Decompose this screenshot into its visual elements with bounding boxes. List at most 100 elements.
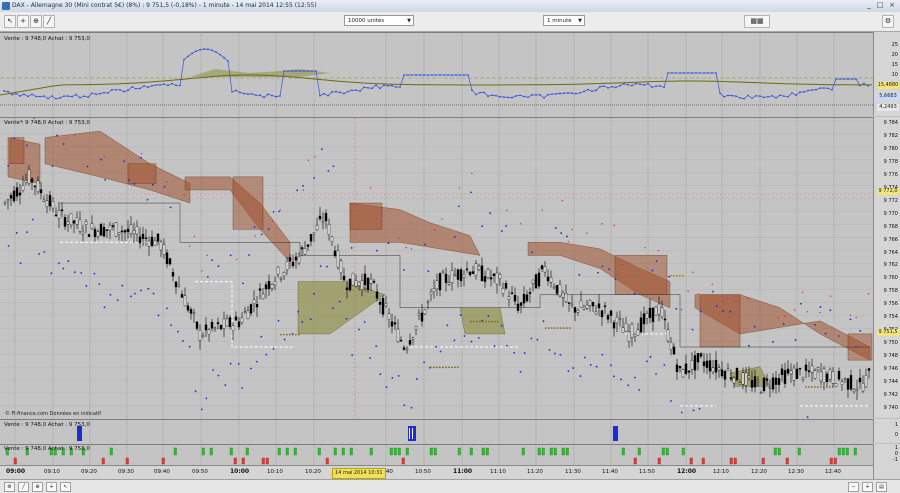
crosshair-icon[interactable]: + (46, 482, 57, 492)
candle-body (111, 225, 115, 228)
crosshair-icon[interactable]: + (17, 15, 29, 28)
candle-body (375, 291, 379, 299)
volume-panel[interactable]: Vente : 9 748,0 Achat : 9 753,0 (0, 419, 874, 444)
candle-body (708, 360, 712, 372)
candle-body (72, 220, 76, 224)
indicator-dot (151, 183, 154, 186)
period-select[interactable]: 1 minute ▼ (543, 15, 585, 26)
candle-body (150, 236, 154, 246)
candle-body (396, 328, 400, 342)
zoom-icon[interactable]: ⊕ (30, 15, 42, 28)
candle-body (759, 392, 763, 394)
histogram-bar (761, 457, 765, 465)
indicator-dot (513, 351, 516, 354)
indicator-dot (43, 250, 46, 253)
indicator-dot (715, 305, 718, 307)
time-axis-label: 11:20 (527, 469, 543, 475)
price-axis-tick: 9 760 (883, 275, 898, 282)
candle-body (258, 288, 262, 291)
volume-axis[interactable]: 10 (873, 419, 900, 443)
indicator-dot (249, 367, 252, 370)
indicator-dot (50, 272, 53, 275)
zoom-icon[interactable]: − (848, 482, 859, 492)
indicator-dot (644, 246, 646, 249)
histogram-bar (173, 447, 177, 456)
histogram-bar (325, 457, 329, 465)
histogram-bar (285, 447, 289, 456)
price-axis-tick: 9 776 (883, 171, 898, 178)
candle-body (300, 247, 304, 250)
candle-body (594, 311, 598, 315)
candle-body (681, 369, 685, 378)
histogram-plot (5, 445, 857, 466)
zoom-icon[interactable]: ⊕ (32, 482, 43, 492)
maximize-button[interactable]: □ (875, 1, 885, 10)
indicator-dot (133, 182, 136, 185)
candle-body (108, 224, 112, 231)
indicator-dot (772, 341, 774, 343)
candle-body (21, 184, 25, 191)
price-axis-tick: 9 742 (883, 391, 898, 398)
candle-body (66, 221, 70, 225)
indicator-dot (38, 253, 41, 255)
olive-zone (190, 69, 330, 77)
histogram-bar (665, 447, 669, 456)
marker-dot (457, 366, 459, 369)
indicator-dot (777, 317, 780, 319)
zoom-icon[interactable]: + (862, 482, 873, 492)
indicator-dot (837, 335, 840, 337)
settings-icon[interactable]: ⚙ (882, 15, 894, 28)
settings-icon[interactable]: ▤ (876, 482, 887, 492)
close-button[interactable]: × (887, 1, 897, 10)
candle-body (153, 240, 157, 246)
candle-body (513, 294, 517, 302)
marker-dot (569, 327, 571, 329)
settings-icon[interactable]: ⚙ (4, 482, 15, 492)
indicator-dot (403, 269, 405, 271)
candle-body (471, 271, 475, 274)
candle-body (117, 232, 121, 235)
time-axis[interactable]: 09:00 09:10 09:20 09:30 09:40 09:50 10:00 10:10… (0, 465, 874, 480)
candle-body (693, 355, 697, 371)
candle-body (480, 265, 484, 282)
candle-body (252, 299, 256, 304)
histogram-panel[interactable]: Vente : 9 748,0 Achat : 9 753,0 (0, 444, 874, 466)
price-axis-tick: 9 780 (883, 145, 898, 152)
cursor-icon[interactable]: ↖ (4, 15, 16, 28)
line-icon[interactable]: ╱ (18, 482, 29, 492)
line-icon[interactable]: ╱ (43, 15, 55, 28)
candle-body (78, 219, 82, 232)
price-axis-tick: 9 772 (883, 197, 898, 204)
candle-body (381, 298, 385, 315)
price-chart[interactable]: Vente : 9 748,0 Achat : 9 753,0 (0, 117, 874, 419)
minimize-button[interactable]: _ (864, 1, 874, 10)
time-axis-label: 09:10 (44, 469, 60, 475)
candle-body (12, 190, 16, 202)
top-value-axis[interactable]: 252015105 15,48805,66834,2493 (873, 32, 900, 116)
indicator-dot (116, 299, 119, 302)
histogram-axis[interactable]: 1 0 -1 (873, 444, 900, 465)
candle-body (276, 266, 280, 275)
price-axis[interactable]: 9 7849 7829 7809 7789 7769 7749 7729 770… (873, 117, 900, 418)
layout-icon[interactable]: ▦▦ (744, 15, 770, 28)
indicator-panel-top[interactable]: Vente : 9 748,0 Achat : 9 753,0 (0, 32, 874, 117)
units-select[interactable]: 10000 unités ▼ (344, 15, 414, 26)
candle-body (183, 295, 187, 307)
candle-body (666, 329, 670, 342)
indicator-dot (542, 320, 545, 323)
indicator-dot (369, 357, 371, 359)
candle-body (621, 327, 625, 333)
top-axis-value-box: 4,2493 (877, 104, 899, 111)
cursor-icon[interactable]: ↖ (60, 482, 71, 492)
candle-body (678, 366, 682, 369)
indicator-dot (200, 408, 203, 411)
indicator-dot (655, 373, 657, 375)
indicator-dot (554, 352, 556, 355)
marker-dot (436, 366, 438, 369)
histogram-bar (265, 457, 269, 465)
indicator-dot (147, 287, 150, 290)
marker-dot (548, 327, 550, 329)
candle-body (861, 383, 865, 392)
indicator-dot (855, 316, 857, 319)
candle-body (546, 276, 550, 282)
